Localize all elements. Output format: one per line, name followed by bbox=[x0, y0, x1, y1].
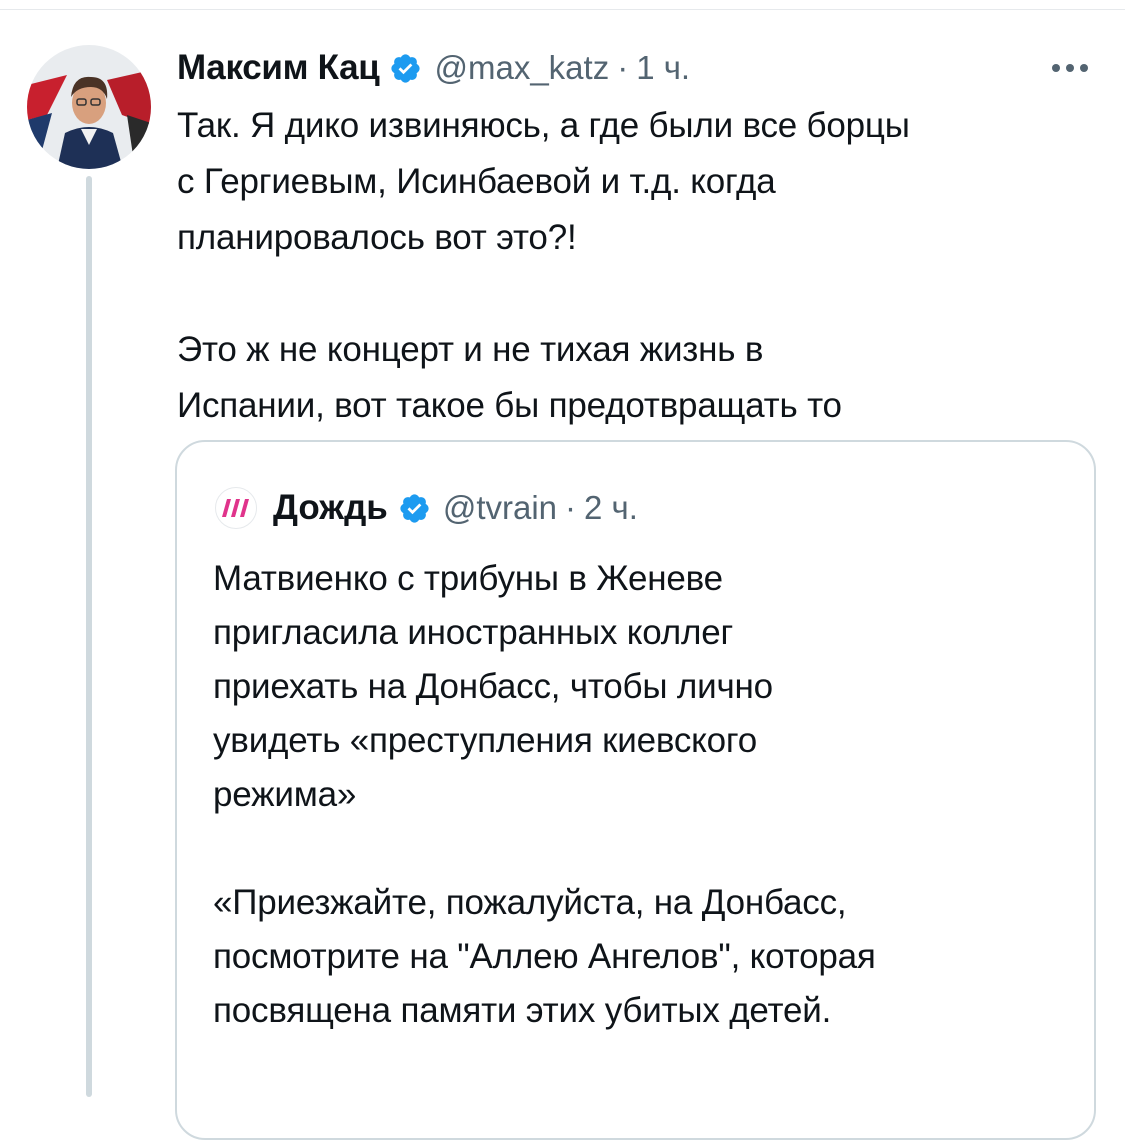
author-name[interactable]: Максим Кац bbox=[177, 48, 380, 88]
quoted-author-name[interactable]: Дождь bbox=[273, 488, 388, 528]
quoted-tweet-card[interactable]: Дождь @tvrain · 2 ч. Матвиенко с трибуны… bbox=[175, 440, 1096, 1140]
quoted-tweet-time[interactable]: 2 ч. bbox=[584, 489, 638, 527]
quoted-tweet-header: Дождь @tvrain · 2 ч. bbox=[215, 480, 638, 536]
more-horizontal-icon bbox=[1052, 64, 1088, 72]
top-divider bbox=[0, 9, 1125, 10]
verified-badge-icon bbox=[389, 52, 422, 85]
avatar-photo bbox=[27, 45, 151, 169]
avatar[interactable] bbox=[27, 45, 151, 169]
separator-dot: · bbox=[565, 489, 577, 526]
thread-line bbox=[86, 176, 92, 1097]
tvrain-logo-icon bbox=[215, 487, 257, 529]
quoted-author-handle[interactable]: @tvrain bbox=[443, 489, 557, 527]
verified-badge-icon bbox=[398, 492, 431, 525]
author-handle[interactable]: @max_katz bbox=[434, 49, 609, 87]
more-button[interactable] bbox=[1042, 50, 1098, 86]
quoted-tweet-text: Матвиенко с трибуны в Женеве пригласила … bbox=[213, 559, 876, 1030]
tweet-text: Так. Я дико извиняюсь, а где были все бо… bbox=[177, 106, 910, 425]
tweet-header: Максим Кац @max_katz · 1 ч. bbox=[177, 40, 690, 96]
separator-dot: · bbox=[617, 49, 629, 86]
tweet-time[interactable]: 1 ч. bbox=[636, 49, 690, 87]
